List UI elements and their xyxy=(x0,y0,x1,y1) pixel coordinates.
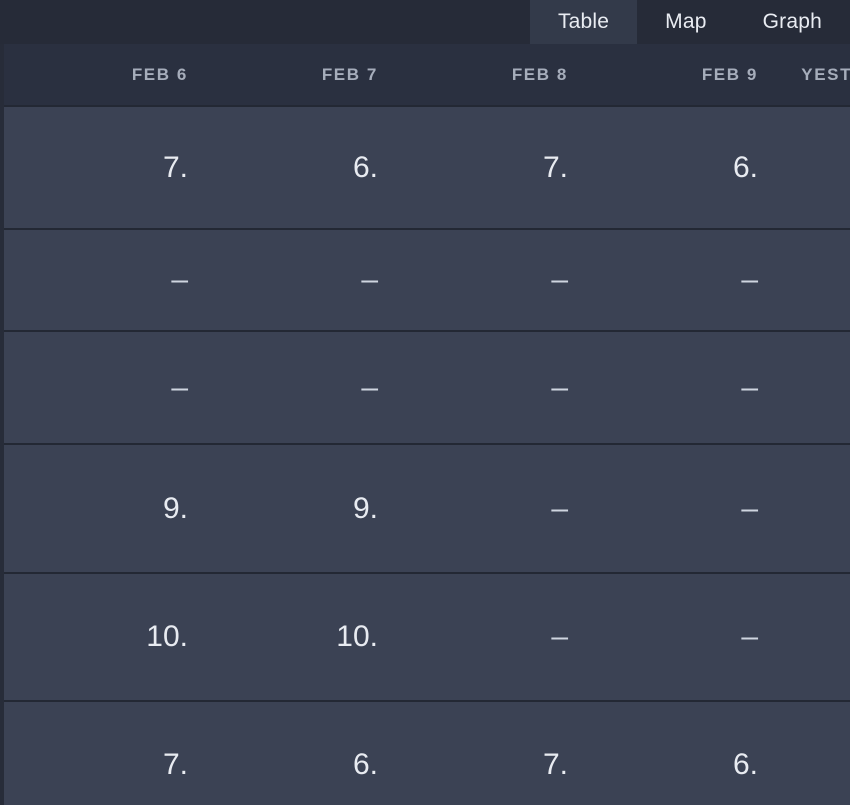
table-row[interactable]: – – – – 3. xyxy=(0,229,850,332)
table-body: 7. 6. 7. 6. 3. – – – – 3. – – – – xyxy=(0,106,850,805)
table-row[interactable]: 10. 10. – – 9. xyxy=(0,573,850,702)
table-cell: – xyxy=(400,573,590,702)
table-cell: 6. xyxy=(210,106,400,230)
header-row: FEB 6 FEB 7 FEB 8 FEB 9 YESTERDAY xyxy=(0,44,850,107)
table-header: FEB 6 FEB 7 FEB 8 FEB 9 YESTERDAY xyxy=(0,44,850,107)
table-cell: 7. xyxy=(400,701,590,805)
table-cell: 9. xyxy=(210,444,400,574)
tabbar-spacer xyxy=(0,0,530,44)
view-mode-tabbar: Table Map Graph xyxy=(0,0,850,44)
table-cell: – xyxy=(0,331,210,445)
column-header-yesterday[interactable]: YESTERDAY xyxy=(780,44,850,107)
table-cell: 10. xyxy=(0,573,210,702)
table-cell: – xyxy=(210,331,400,445)
table-cell: – xyxy=(400,444,590,574)
table-cell: – xyxy=(400,229,590,332)
table-cell: – xyxy=(590,444,780,574)
column-header-feb-7[interactable]: FEB 7 xyxy=(210,44,400,107)
left-edge-strip xyxy=(0,44,4,805)
table-cell: 3. xyxy=(780,701,850,805)
table-row[interactable]: 7. 6. 7. 6. 3. xyxy=(0,701,850,805)
table-cell: – xyxy=(210,229,400,332)
table-row[interactable]: – – – – – xyxy=(0,331,850,445)
table-row[interactable]: 9. 9. – – 10. xyxy=(0,444,850,574)
table-row[interactable]: 7. 6. 7. 6. 3. xyxy=(0,106,850,230)
table-cell: 6. xyxy=(590,106,780,230)
table-cell: 10. xyxy=(210,573,400,702)
table-cell: 3. xyxy=(780,229,850,332)
table-cell: 3. xyxy=(780,106,850,230)
table-view-screen: Table Map Graph FEB 6 FEB 7 FEB 8 FEB 9 … xyxy=(0,0,850,805)
tab-graph[interactable]: Graph xyxy=(735,0,850,44)
table-cell: 9. xyxy=(780,573,850,702)
table-cell: – xyxy=(780,331,850,445)
table-cell: – xyxy=(590,229,780,332)
data-table-scroll-container[interactable]: FEB 6 FEB 7 FEB 8 FEB 9 YESTERDAY 7. 6. … xyxy=(0,44,850,805)
data-table: FEB 6 FEB 7 FEB 8 FEB 9 YESTERDAY 7. 6. … xyxy=(0,44,850,805)
tab-table[interactable]: Table xyxy=(529,0,638,44)
table-cell: – xyxy=(0,229,210,332)
table-cell: 9. xyxy=(0,444,210,574)
table-cell: – xyxy=(400,331,590,445)
table-cell: 7. xyxy=(0,106,210,230)
table-cell: 6. xyxy=(590,701,780,805)
table-cell: 7. xyxy=(400,106,590,230)
column-header-feb-9[interactable]: FEB 9 xyxy=(590,44,780,107)
table-cell: 10. xyxy=(780,444,850,574)
table-cell: – xyxy=(590,573,780,702)
table-cell: 7. xyxy=(0,701,210,805)
table-cell: 6. xyxy=(210,701,400,805)
column-header-feb-8[interactable]: FEB 8 xyxy=(400,44,590,107)
table-cell: – xyxy=(590,331,780,445)
column-header-feb-6[interactable]: FEB 6 xyxy=(0,44,210,107)
tab-map[interactable]: Map xyxy=(637,0,734,44)
